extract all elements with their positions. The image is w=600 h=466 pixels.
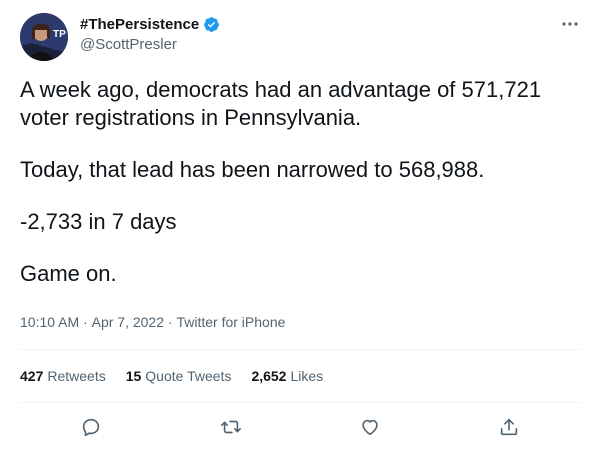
likes-label: Likes: [290, 368, 324, 384]
tweet-date[interactable]: Apr 7, 2022: [92, 314, 164, 330]
share-icon[interactable]: [498, 416, 520, 438]
likes-count: 2,652: [251, 368, 287, 384]
author-info: #ThePersistence @ScottPresler: [80, 16, 220, 53]
avatar-badge-text: TP: [53, 29, 66, 40]
meta-separator: ·: [164, 314, 177, 330]
retweets-count: 427: [20, 368, 44, 384]
tweet-paragraph: Today, that lead has been narrowed to 56…: [20, 157, 485, 182]
tweet-text: A week ago, democrats had an advantage o…: [20, 76, 580, 312]
handle[interactable]: @ScottPresler: [80, 36, 220, 53]
divider: [20, 349, 580, 350]
likes-stat[interactable]: 2,652 Likes: [251, 368, 323, 384]
avatar[interactable]: TP: [20, 13, 68, 61]
meta-separator: ·: [79, 314, 92, 330]
avatar-image: TP: [20, 13, 68, 61]
tweet-metadata: 10:10 AM · Apr 7, 2022 · Twitter for iPh…: [20, 314, 285, 330]
divider: [20, 402, 580, 403]
action-bar: [0, 412, 600, 442]
tweet-time[interactable]: 10:10 AM: [20, 314, 79, 330]
tweet-paragraph: -2,733 in 7 days: [20, 209, 177, 234]
more-options-icon[interactable]: [560, 14, 580, 34]
verified-badge-icon: [203, 16, 220, 33]
reply-icon[interactable]: [80, 416, 102, 438]
retweets-stat[interactable]: 427 Retweets: [20, 368, 106, 384]
quote-tweets-count: 15: [125, 368, 142, 384]
tweet-paragraph: A week ago, democrats had an advantage o…: [20, 77, 542, 130]
tweet-paragraph: Game on.: [20, 261, 117, 286]
retweet-icon[interactable]: [220, 416, 242, 438]
tweet-source[interactable]: Twitter for iPhone: [176, 314, 285, 330]
quote-tweets-label: Quote Tweets: [145, 368, 232, 384]
tweet: TP #ThePersistence @ScottPresler A week …: [0, 0, 600, 466]
tweet-stats: 427 Retweets 15 Quote Tweets 2,652 Likes: [20, 368, 323, 384]
like-icon[interactable]: [359, 416, 381, 438]
display-name[interactable]: #ThePersistence: [80, 16, 199, 33]
retweets-label: Retweets: [47, 368, 106, 384]
quote-tweets-stat[interactable]: 15 Quote Tweets: [126, 368, 232, 384]
